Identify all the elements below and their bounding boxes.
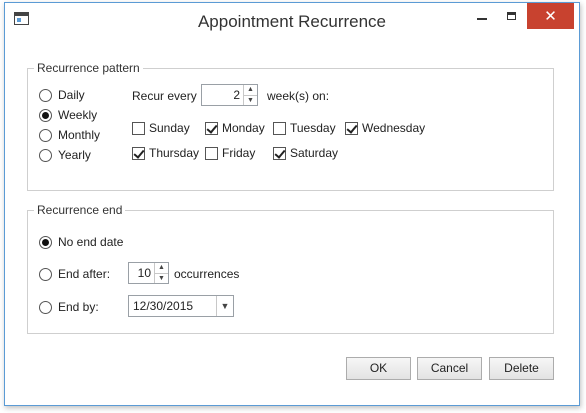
recur-every-stepper[interactable]: 2 ▲ ▼ bbox=[201, 84, 258, 106]
minimize-icon bbox=[477, 18, 487, 20]
radio-end-after[interactable]: End after: bbox=[39, 267, 110, 281]
recur-every-value[interactable]: 2 bbox=[202, 85, 243, 105]
checkbox-tuesday-box[interactable] bbox=[273, 121, 286, 135]
checkbox-sunday-box[interactable] bbox=[132, 121, 145, 135]
checkbox-sunday-label: Sunday bbox=[149, 121, 190, 135]
checkbox-saturday[interactable]: Saturday bbox=[273, 146, 338, 160]
radio-yearly[interactable]: Yearly bbox=[39, 148, 91, 162]
spin-arrows-icon[interactable]: ▲ ▼ bbox=[154, 263, 168, 283]
radio-end-after-label: End after: bbox=[58, 267, 111, 281]
title-bar[interactable]: Appointment Recurrence ✕ bbox=[5, 3, 579, 39]
radio-daily-indicator[interactable] bbox=[39, 88, 52, 102]
checkbox-saturday-box[interactable] bbox=[273, 146, 286, 160]
radio-yearly-label: Yearly bbox=[58, 148, 91, 162]
radio-no-end-date-indicator[interactable] bbox=[39, 235, 52, 249]
checkbox-wednesday-box[interactable] bbox=[345, 121, 358, 135]
checkbox-wednesday-label: Wednesday bbox=[362, 121, 426, 135]
checkbox-wednesday[interactable]: Wednesday bbox=[345, 121, 425, 135]
chevron-down-icon[interactable]: ▼ bbox=[216, 296, 233, 316]
radio-monthly-label: Monthly bbox=[58, 128, 101, 142]
cancel-button[interactable]: Cancel bbox=[417, 357, 482, 380]
checkbox-monday-box[interactable] bbox=[205, 121, 218, 135]
checkbox-tuesday-label: Tuesday bbox=[290, 121, 336, 135]
checkbox-saturday-label: Saturday bbox=[290, 146, 339, 160]
occurrences-value[interactable]: 10 bbox=[129, 263, 154, 283]
close-icon: ✕ bbox=[544, 8, 557, 25]
weeks-on-label: week(s) on: bbox=[267, 89, 330, 103]
radio-daily[interactable]: Daily bbox=[39, 88, 85, 102]
appointment-recurrence-dialog: Appointment Recurrence ✕ Recurrence patt… bbox=[4, 2, 580, 406]
radio-end-by-indicator[interactable] bbox=[39, 300, 52, 314]
maximize-icon bbox=[506, 12, 516, 20]
occurrences-stepper[interactable]: 10 ▲ ▼ bbox=[128, 262, 169, 284]
recurrence-end-legend: Recurrence end bbox=[37, 203, 123, 217]
recurrence-pattern-legend: Recurrence pattern bbox=[37, 61, 140, 75]
checkbox-friday-box[interactable] bbox=[205, 146, 218, 160]
checkbox-thursday-label: Thursday bbox=[149, 146, 200, 160]
checkbox-thursday[interactable]: Thursday bbox=[132, 146, 199, 160]
maximize-button[interactable] bbox=[495, 3, 527, 29]
checkbox-monday[interactable]: Monday bbox=[205, 121, 265, 135]
spin-arrows-icon[interactable]: ▲ ▼ bbox=[243, 85, 257, 105]
minimize-button[interactable] bbox=[466, 3, 498, 29]
radio-no-end-date-label: No end date bbox=[58, 235, 124, 249]
radio-weekly[interactable]: Weekly bbox=[39, 108, 97, 122]
radio-end-by-label: End by: bbox=[58, 300, 99, 314]
radio-daily-label: Daily bbox=[58, 88, 85, 102]
checkbox-sunday[interactable]: Sunday bbox=[132, 121, 190, 135]
end-by-date-value[interactable]: 12/30/2015 bbox=[129, 296, 216, 316]
radio-yearly-indicator[interactable] bbox=[39, 148, 52, 162]
delete-button[interactable]: Delete bbox=[489, 357, 554, 380]
radio-no-end-date[interactable]: No end date bbox=[39, 235, 123, 249]
checkbox-tuesday[interactable]: Tuesday bbox=[273, 121, 336, 135]
checkbox-friday[interactable]: Friday bbox=[205, 146, 255, 160]
radio-weekly-label: Weekly bbox=[58, 108, 98, 122]
radio-weekly-indicator[interactable] bbox=[39, 108, 52, 122]
checkbox-monday-label: Monday bbox=[222, 121, 265, 135]
recur-every-label: Recur every bbox=[132, 89, 197, 103]
checkbox-friday-label: Friday bbox=[222, 146, 256, 160]
radio-end-by[interactable]: End by: bbox=[39, 300, 99, 314]
checkbox-thursday-box[interactable] bbox=[132, 146, 145, 160]
end-by-date-picker[interactable]: 12/30/2015 ▼ bbox=[128, 295, 234, 317]
radio-end-after-indicator[interactable] bbox=[39, 267, 52, 281]
radio-monthly[interactable]: Monthly bbox=[39, 128, 100, 142]
ok-button[interactable]: OK bbox=[346, 357, 411, 380]
close-button[interactable]: ✕ bbox=[527, 3, 574, 29]
radio-monthly-indicator[interactable] bbox=[39, 128, 52, 142]
occurrences-label: occurrences bbox=[174, 267, 240, 281]
